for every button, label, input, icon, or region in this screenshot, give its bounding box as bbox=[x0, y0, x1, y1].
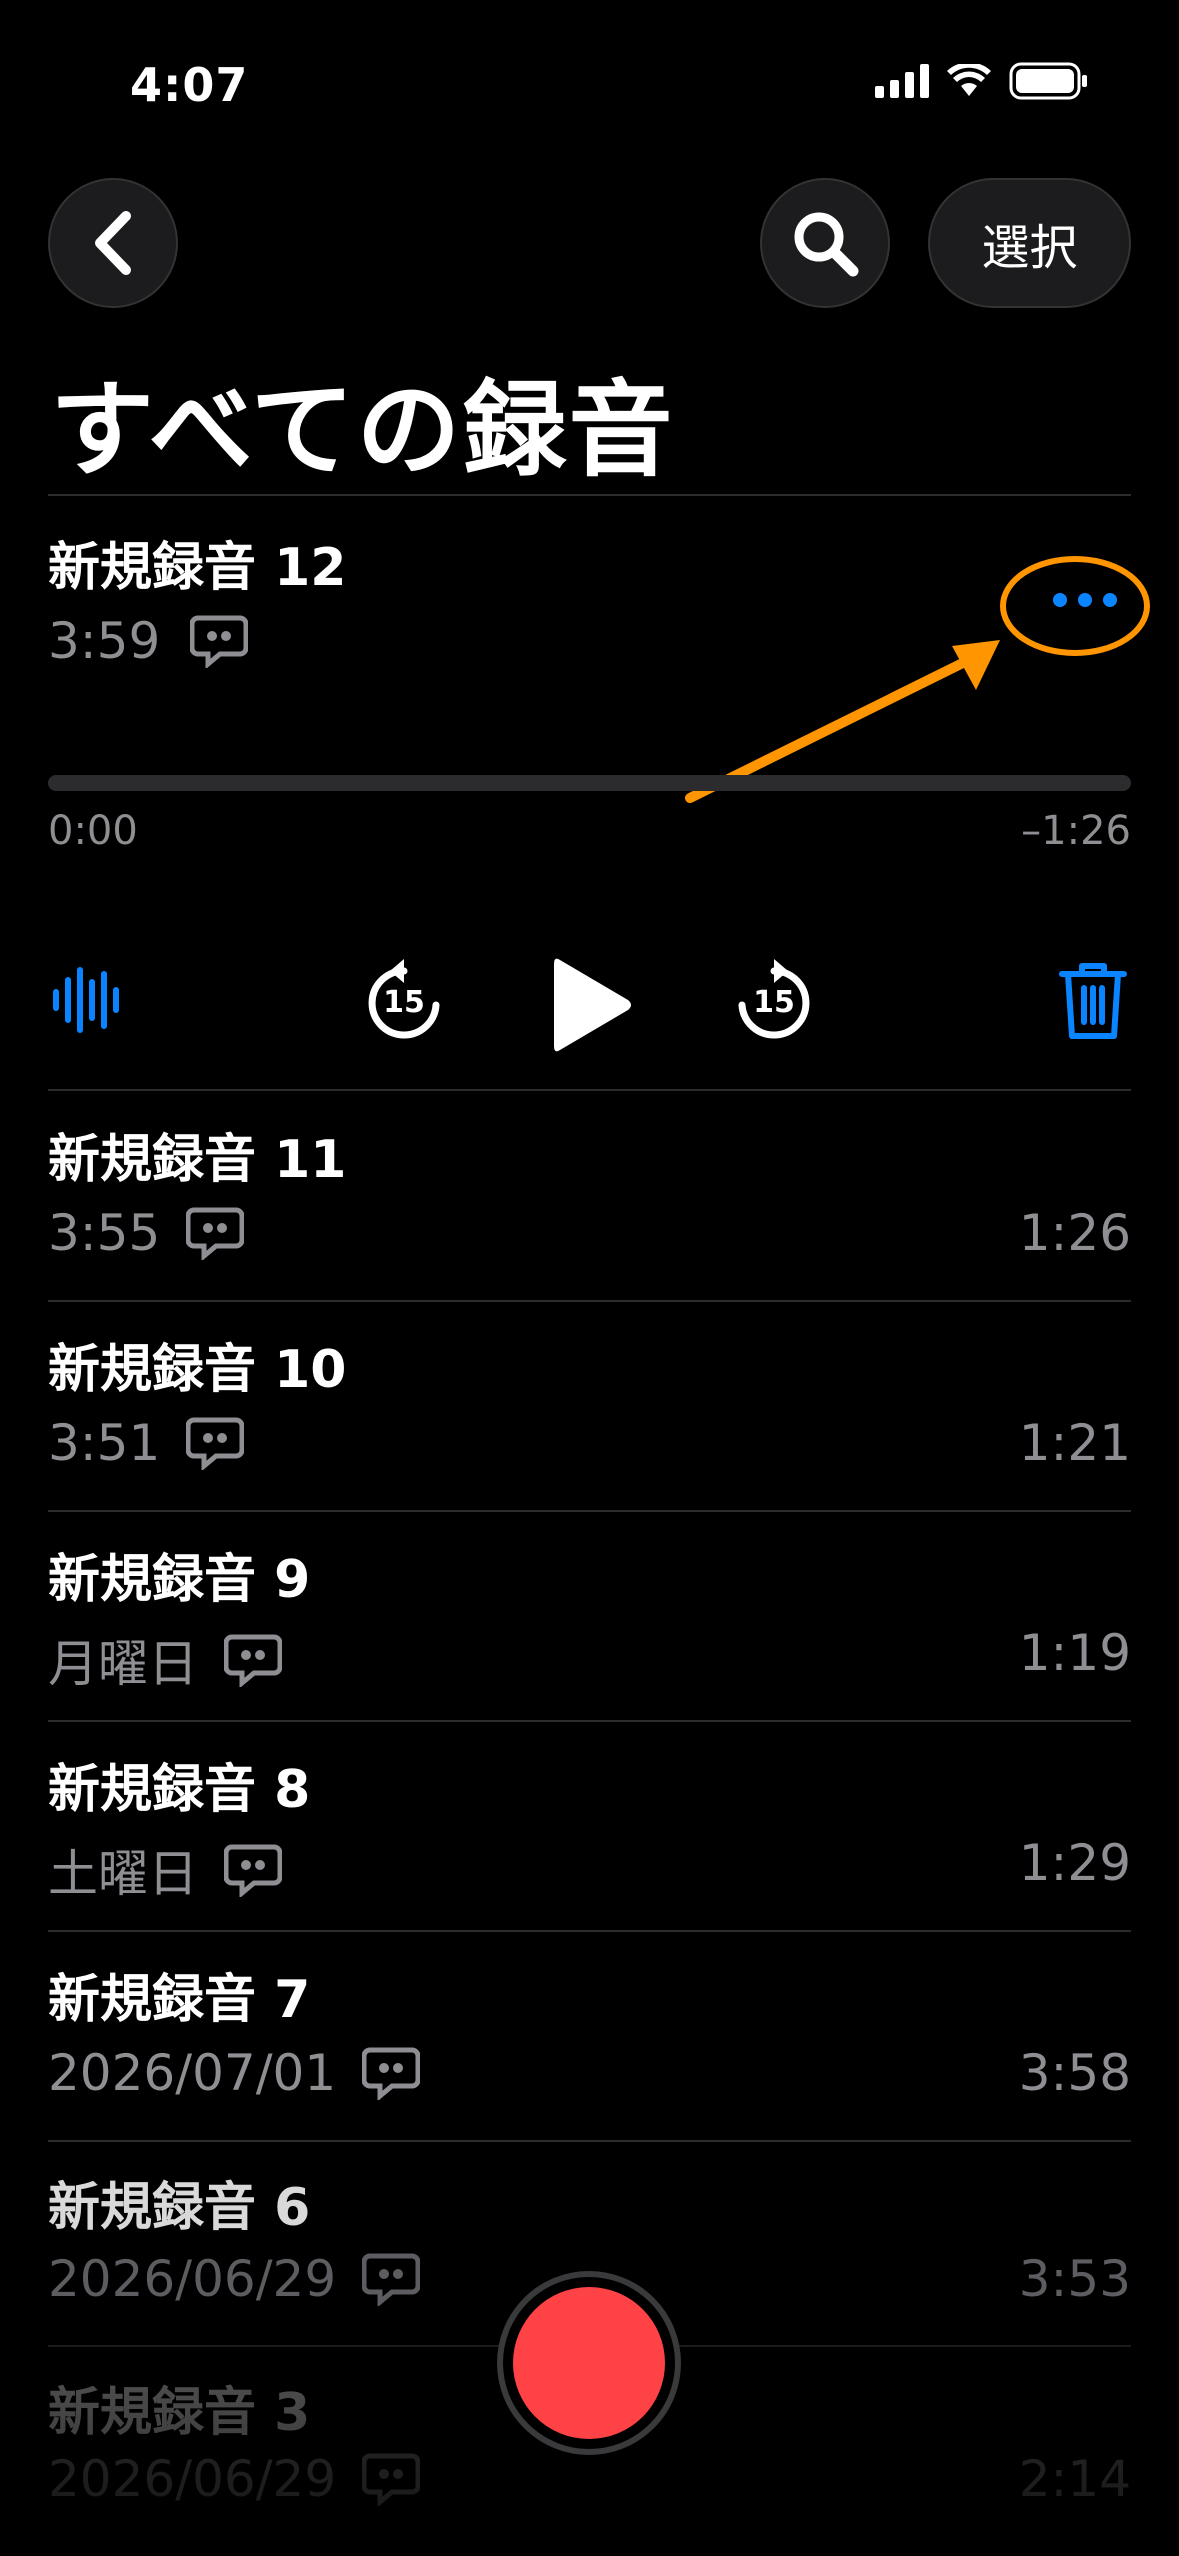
recording-date: 月曜日 bbox=[48, 1635, 198, 1693]
divider bbox=[48, 1089, 1131, 1091]
elapsed-time: 0:00 bbox=[48, 808, 138, 854]
recording-meta: 2026/06/29 bbox=[48, 2450, 421, 2508]
transcript-icon bbox=[362, 2253, 421, 2306]
recording-meta: 月曜日 bbox=[48, 1624, 282, 1696]
record-button[interactable] bbox=[497, 2271, 681, 2455]
trash-icon bbox=[1059, 963, 1127, 1039]
recording-date: 土曜日 bbox=[48, 1845, 198, 1903]
skip-back-label: 15 bbox=[383, 985, 425, 1020]
skip-back-button[interactable]: 15 bbox=[360, 955, 448, 1047]
recording-title: 新規録音 11 bbox=[48, 1130, 347, 1190]
recording-meta: 土曜日 bbox=[48, 1834, 282, 1906]
recording-duration: 3:53 bbox=[1018, 2250, 1131, 2308]
recording-title: 新規録音 3 bbox=[48, 2383, 311, 2443]
recording-duration: 1:19 bbox=[1018, 1624, 1131, 1682]
play-button[interactable] bbox=[540, 950, 640, 1060]
remaining-time: –1:26 bbox=[1021, 808, 1131, 854]
annotation-overlay bbox=[685, 556, 1150, 803]
recording-meta: 3:51 bbox=[48, 1414, 245, 1472]
recording-title: 新規録音 9 bbox=[48, 1550, 311, 1610]
recording-duration: 1:26 bbox=[1018, 1204, 1131, 1262]
recording-title: 新規録音 10 bbox=[48, 1340, 347, 1400]
transcript-icon bbox=[186, 1417, 245, 1470]
recording-meta: 3:55 bbox=[48, 1204, 245, 1262]
recording-row[interactable]: 新規録音 7 2026/07/01 3:58 bbox=[48, 1932, 1131, 2142]
recording-date: 2026/06/29 bbox=[48, 2250, 337, 2308]
recording-duration: 1:21 bbox=[1018, 1414, 1131, 1472]
recording-title: 新規録音 8 bbox=[48, 1760, 311, 1820]
recording-date: 2026/07/01 bbox=[48, 2044, 337, 2102]
recording-date: 3:55 bbox=[48, 1204, 161, 1262]
skip-forward-button[interactable]: 15 bbox=[730, 955, 818, 1047]
transcript-icon bbox=[224, 1634, 282, 1687]
waveform-icon bbox=[53, 967, 119, 1033]
delete-button[interactable] bbox=[1058, 958, 1128, 1042]
recording-row[interactable]: 新規録音 10 3:51 1:21 bbox=[48, 1302, 1131, 1512]
recording-duration: 2:14 bbox=[1018, 2450, 1131, 2508]
recording-date: 2026/06/29 bbox=[48, 2450, 337, 2508]
recording-meta: 2026/06/29 bbox=[48, 2250, 421, 2308]
recording-date: 3:51 bbox=[48, 1414, 161, 1472]
recording-duration: 1:29 bbox=[1018, 1834, 1131, 1892]
transcript-icon bbox=[186, 1207, 245, 1260]
record-icon bbox=[513, 2287, 665, 2439]
waveform-button[interactable] bbox=[48, 960, 128, 1040]
recording-title: 新規録音 6 bbox=[48, 2178, 311, 2238]
playback-scrubber[interactable] bbox=[48, 775, 1131, 791]
recording-row[interactable]: 新規録音 8 土曜日 1:29 bbox=[48, 1722, 1131, 1932]
annotation-circle bbox=[1000, 556, 1150, 656]
recording-duration: 3:58 bbox=[1018, 2044, 1131, 2102]
transcript-icon bbox=[362, 2453, 421, 2506]
recording-meta: 2026/07/01 bbox=[48, 2044, 421, 2102]
recording-row[interactable]: 新規録音 9 月曜日 1:19 bbox=[48, 1512, 1131, 1722]
transcript-icon bbox=[224, 1844, 282, 1897]
recording-title: 新規録音 7 bbox=[48, 1970, 311, 2030]
skip-forward-label: 15 bbox=[753, 985, 795, 1020]
play-icon bbox=[554, 958, 631, 1052]
transcript-icon bbox=[362, 2047, 421, 2100]
recording-row[interactable]: 新規録音 11 3:55 1:26 bbox=[48, 1092, 1131, 1302]
